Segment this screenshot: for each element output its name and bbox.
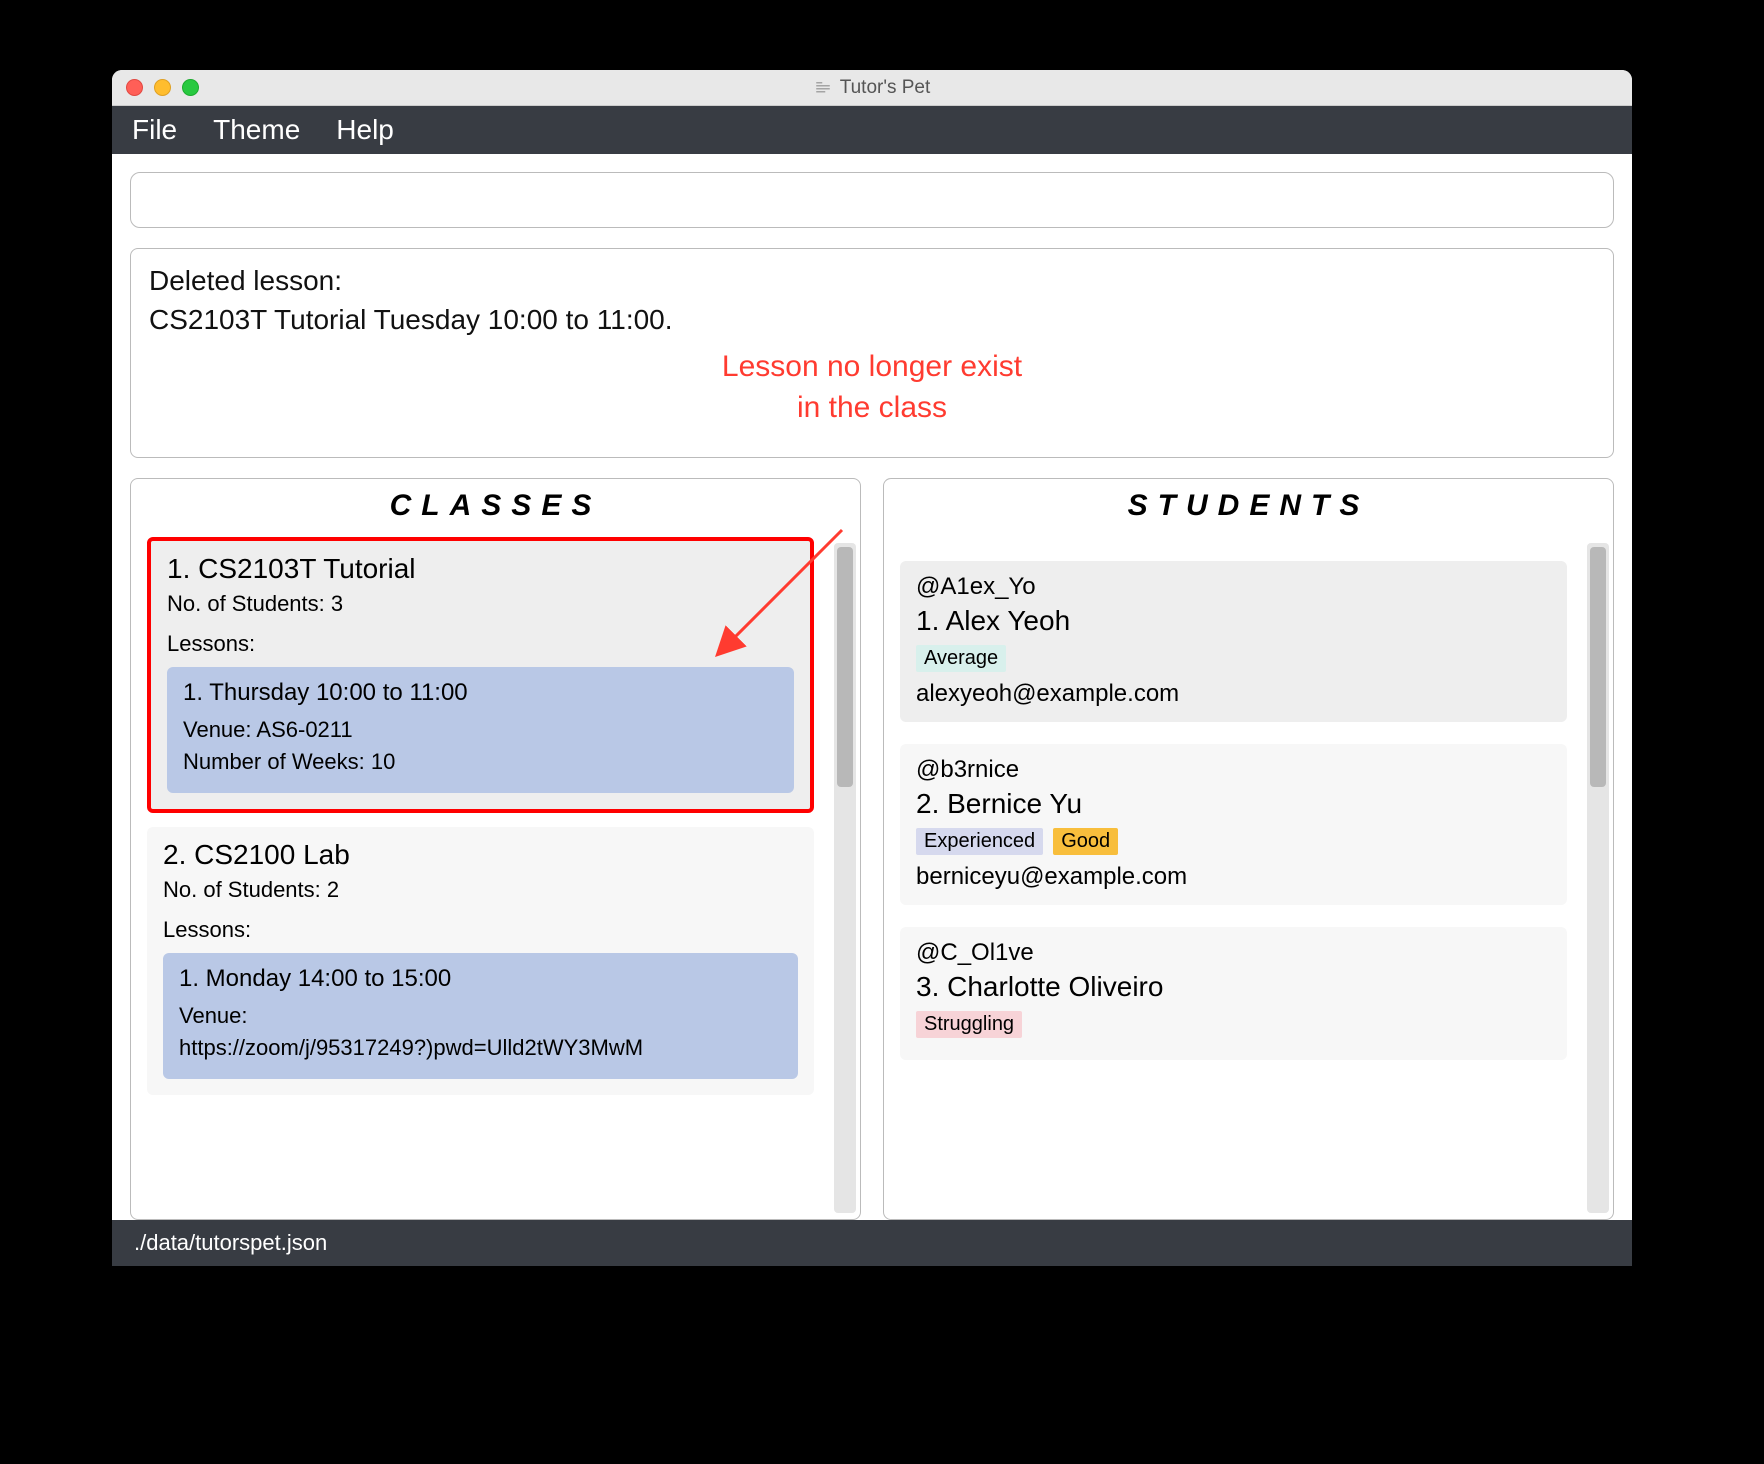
student-handle: @A1ex_Yo (916, 573, 1551, 601)
lesson-card: 1. Thursday 10:00 to 11:00 Venue: AS6-02… (167, 667, 794, 793)
class-title: 1. CS2103T Tutorial (167, 553, 794, 585)
tag: Struggling (916, 1011, 1022, 1038)
result-box: Deleted lesson: CS2103T Tutorial Tuesday… (130, 248, 1614, 458)
students-body[interactable]: @A1ex_Yo 1. Alex Yeoh Average alexyeoh@e… (884, 537, 1613, 1219)
result-line-1: Deleted lesson: (149, 261, 1595, 300)
class-students: No. of Students: 3 (167, 591, 794, 617)
students-header: STUDENTS (884, 479, 1613, 537)
class-card[interactable]: 1. CS2103T Tutorial No. of Students: 3 L… (147, 537, 814, 813)
classes-body[interactable]: 1. CS2103T Tutorial No. of Students: 3 L… (131, 537, 860, 1219)
class-students: No. of Students: 2 (163, 877, 798, 903)
menu-help[interactable]: Help (336, 114, 394, 146)
student-email: berniceyu@example.com (916, 863, 1551, 891)
student-email: alexyeoh@example.com (916, 680, 1551, 708)
maximize-icon[interactable] (182, 79, 199, 96)
minimize-icon[interactable] (154, 79, 171, 96)
student-name: 1. Alex Yeoh (916, 605, 1551, 637)
scrollbar-thumb[interactable] (1590, 547, 1606, 787)
content-area: Deleted lesson: CS2103T Tutorial Tuesday… (112, 154, 1632, 1220)
lesson-link: https://zoom/j/95317249?)pwd=Ulld2tWY3Mw… (179, 1035, 782, 1061)
tag: Average (916, 645, 1006, 672)
student-tags: Average (916, 645, 1551, 672)
tag: Experienced (916, 828, 1043, 855)
student-handle: @b3rnice (916, 756, 1551, 784)
students-panel: STUDENTS @A1ex_Yo 1. Alex Yeoh Average a… (883, 478, 1614, 1220)
command-input[interactable] (131, 173, 1613, 227)
student-name: 2. Bernice Yu (916, 788, 1551, 820)
student-tags: Struggling (916, 1011, 1551, 1038)
student-card[interactable]: @b3rnice 2. Bernice Yu Experienced Good … (900, 744, 1567, 905)
student-card[interactable]: @A1ex_Yo 1. Alex Yeoh Average alexyeoh@e… (900, 561, 1567, 722)
lesson-venue: Venue: AS6-0211 (183, 717, 778, 743)
close-icon[interactable] (126, 79, 143, 96)
tag: Good (1053, 828, 1118, 855)
app-icon (814, 79, 832, 97)
classes-header: CLASSES (131, 479, 860, 537)
lesson-weeks: Number of Weeks: 10 (183, 749, 778, 775)
lesson-time: 1. Thursday 10:00 to 11:00 (183, 679, 778, 707)
titlebar: Tutor's Pet (112, 70, 1632, 106)
menu-theme[interactable]: Theme (213, 114, 300, 146)
student-card[interactable]: @C_Ol1ve 3. Charlotte Oliveiro Strugglin… (900, 927, 1567, 1060)
classes-panel: CLASSES 1. CS2103T Tutorial No. of Stude… (130, 478, 861, 1220)
scrollbar-thumb[interactable] (837, 547, 853, 787)
student-name: 3. Charlotte Oliveiro (916, 971, 1551, 1003)
student-handle: @C_Ol1ve (916, 939, 1551, 967)
window-title: Tutor's Pet (112, 77, 1632, 99)
traffic-lights (126, 79, 199, 96)
lessons-label: Lessons: (167, 631, 794, 657)
lesson-time: 1. Monday 14:00 to 15:00 (179, 965, 782, 993)
lesson-venue: Venue: (179, 1003, 782, 1029)
command-box[interactable] (130, 172, 1614, 228)
class-card[interactable]: 2. CS2100 Lab No. of Students: 2 Lessons… (147, 827, 814, 1095)
menubar: File Theme Help (112, 106, 1632, 154)
status-path: ./data/tutorspet.json (134, 1230, 327, 1255)
student-tags: Experienced Good (916, 828, 1551, 855)
lessons-label: Lessons: (163, 917, 798, 943)
annotation-text: Lesson no longer exist in the class (722, 347, 1022, 428)
class-title: 2. CS2100 Lab (163, 839, 798, 871)
lesson-card: 1. Monday 14:00 to 15:00 Venue: https://… (163, 953, 798, 1079)
statusbar: ./data/tutorspet.json (112, 1220, 1632, 1266)
result-line-2: CS2103T Tutorial Tuesday 10:00 to 11:00. (149, 300, 1595, 339)
scrollbar[interactable] (1587, 543, 1609, 1213)
scrollbar[interactable] (834, 543, 856, 1213)
menu-file[interactable]: File (132, 114, 177, 146)
panels: CLASSES 1. CS2103T Tutorial No. of Stude… (130, 478, 1614, 1220)
app-window: Tutor's Pet File Theme Help Deleted less… (112, 70, 1632, 1266)
